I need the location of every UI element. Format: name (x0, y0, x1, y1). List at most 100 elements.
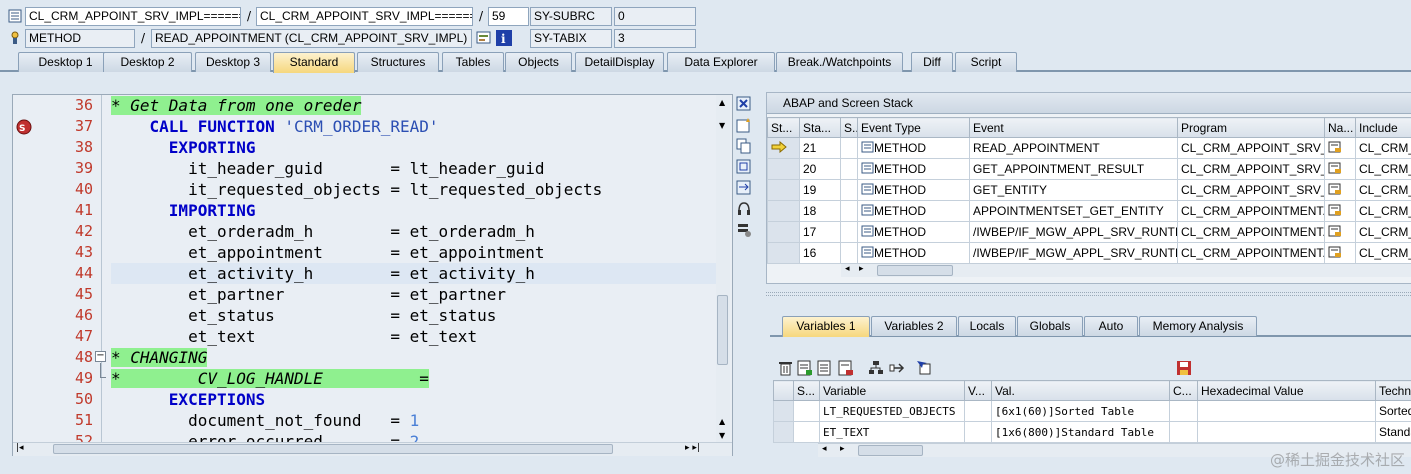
variables-table[interactable]: S... Variable V... Val. C... Hexadecimal Valu… (773, 380, 1411, 443)
tab-structures[interactable]: Structures (357, 52, 439, 72)
vars-column-header[interactable]: Val. (991, 380, 1170, 401)
new-tool-icon[interactable] (736, 117, 752, 133)
variable-name[interactable]: LT_REQUESTED_OBJECTS (819, 400, 965, 422)
expand-icon[interactable] (889, 360, 905, 376)
editor-vscroll[interactable]: ▲ ▼ ▲ ▼ (716, 95, 730, 443)
code-line[interactable]: et_activity_h = et_activity_h (111, 263, 716, 284)
stack-navigate[interactable] (1324, 242, 1356, 264)
delete-row-icon[interactable] (838, 360, 854, 376)
hierarchy-icon[interactable] (868, 360, 884, 376)
include-field[interactable]: CL_CRM_APPOINT_SRV_IMPL======... (25, 7, 241, 26)
stack-column-header[interactable]: Event Type (857, 117, 970, 138)
stack-row[interactable]: 20 METHOD GET_APPOINTMENT_RESULT CL_CRM_APP… (767, 158, 1411, 180)
code-line[interactable]: EXPORTING (111, 137, 716, 158)
stack-row[interactable]: 16 METHOD/IWBEP/IF_MGW_APPL_SRV_RUNTI... C… (767, 242, 1411, 264)
editor-hscroll-thumb[interactable] (53, 444, 613, 454)
variable-name[interactable]: ET_TEXT (819, 421, 965, 443)
stack-hscroll-thumb[interactable] (877, 265, 953, 276)
code-line[interactable]: IMPORTING (111, 200, 716, 221)
program-field[interactable]: CL_CRM_APPOINT_SRV_IMPL=======... (256, 7, 473, 26)
vars-column-header[interactable]: S... (793, 380, 820, 401)
row-selector[interactable] (773, 421, 794, 443)
stack-navigate[interactable] (1324, 179, 1356, 201)
stack-column-header[interactable]: Include (1355, 117, 1411, 138)
vars-column-header[interactable]: V... (964, 380, 992, 401)
tab-desktop-1[interactable]: Desktop 1 (18, 52, 113, 72)
headset-icon[interactable] (736, 201, 752, 217)
scroll-up-icon[interactable]: ▲ (719, 98, 725, 107)
code-line[interactable]: et_text = et_text (111, 326, 716, 347)
copy-icon[interactable] (736, 138, 752, 154)
tab-diff[interactable]: Diff (911, 52, 953, 72)
variable-row[interactable]: LT_REQUESTED_OBJECTS [6x1(60)]Sorted Tabl… (773, 400, 1411, 422)
select-icon[interactable] (916, 360, 932, 376)
panel-splitter[interactable] (766, 292, 1411, 296)
tab-objects[interactable]: Objects (505, 52, 572, 72)
code-line[interactable]: it_header_guid = lt_header_guid (111, 158, 716, 179)
delete-icon[interactable] (778, 360, 794, 376)
scroll-left-icon[interactable]: |◂ (16, 443, 24, 453)
code-line[interactable]: et_status = et_status (111, 305, 716, 326)
close-icon[interactable] (736, 96, 752, 112)
navigate-icon[interactable] (1328, 246, 1342, 261)
vars-column-header[interactable]: Variable (819, 380, 965, 401)
insert-row-icon[interactable] (797, 360, 813, 376)
tab-break-watchpoints[interactable]: Break./Watchpoints (776, 52, 903, 72)
list-icon[interactable] (817, 360, 833, 376)
stack-navigate[interactable] (1324, 221, 1356, 243)
vars-tab-variables-2[interactable]: Variables 2 (871, 316, 957, 336)
fold-toggle[interactable]: − (95, 351, 106, 362)
variable-value[interactable]: [1x6(800)]Standard Table (991, 421, 1170, 443)
vars-tab-memory-analysis[interactable]: Memory Analysis (1139, 316, 1257, 336)
stack-column-header[interactable]: Na... (1324, 117, 1356, 138)
display-icon[interactable] (476, 30, 492, 46)
code-line[interactable]: et_appointment = et_appointment (111, 242, 716, 263)
code-line[interactable]: * CHANGING (111, 347, 716, 368)
scroll-right-icon[interactable]: ▸ (859, 264, 864, 274)
stack-column-header[interactable]: Event (969, 117, 1178, 138)
scroll-right-icon[interactable]: ▸ ▸| (685, 443, 700, 453)
vars-hscroll-thumb[interactable] (858, 445, 923, 456)
stack-table[interactable]: St...Sta...S...Event TypeEventProgramNa.… (767, 117, 1411, 264)
stack-column-header[interactable]: Program (1177, 117, 1325, 138)
stack-row[interactable]: 19 METHOD GET_ENTITY CL_CRM_APPOINT_SRV_...… (767, 179, 1411, 201)
vars-tab-locals[interactable]: Locals (958, 316, 1016, 336)
scroll-left-icon[interactable]: ◂ (845, 264, 850, 274)
navigate-icon[interactable] (1328, 225, 1342, 240)
breakpoint-gutter[interactable] (13, 95, 35, 455)
tab-desktop-3[interactable]: Desktop 3 (195, 52, 271, 72)
vars-tab-auto[interactable]: Auto (1084, 316, 1138, 336)
vars-column-header[interactable]: Techn (1375, 380, 1411, 401)
code-line[interactable]: * Get Data from one oreder (111, 95, 716, 116)
scroll-page-up-icon[interactable]: ▲ (719, 417, 725, 426)
stack-column-header[interactable]: S... (840, 117, 858, 138)
stack-column-header[interactable]: Sta... (799, 117, 841, 138)
code-line[interactable]: EXCEPTIONS (111, 389, 716, 410)
navigate-icon[interactable] (1328, 141, 1342, 156)
vars-tab-variables-1[interactable]: Variables 1 (782, 316, 870, 337)
breakpoint-icon[interactable]: S (16, 119, 32, 135)
swap-icon[interactable] (736, 180, 752, 196)
navigate-icon[interactable] (1328, 204, 1342, 219)
fullscreen-icon[interactable] (736, 159, 752, 175)
stack-column-header[interactable]: St... (767, 117, 800, 138)
source-editor[interactable]: 36 * Get Data from one oreder 37 CALL FUNC… (12, 94, 733, 456)
code-line[interactable]: et_partner = et_partner (111, 284, 716, 305)
tab-desktop-2[interactable]: Desktop 2 (103, 52, 192, 72)
line-field[interactable]: 59 (488, 7, 529, 26)
code-line[interactable]: et_orderadm_h = et_orderadm_h (111, 221, 716, 242)
tab-script[interactable]: Script (955, 52, 1017, 72)
info-icon[interactable]: i (496, 30, 512, 46)
scroll-left-icon[interactable]: ◂ (822, 444, 827, 454)
services-icon[interactable] (736, 222, 752, 238)
navigate-icon[interactable] (1328, 183, 1342, 198)
scroll-page-down-icon[interactable]: ▼ (719, 121, 725, 130)
vars-column-header[interactable]: Hexadecimal Value (1197, 380, 1376, 401)
code-line[interactable]: document_not_found = 1 (111, 410, 716, 431)
editor-hscroll[interactable]: |◂ ▸ ▸| (13, 442, 732, 456)
stack-navigate[interactable] (1324, 200, 1356, 222)
vars-tab-globals[interactable]: Globals (1017, 316, 1083, 336)
navigate-icon[interactable] (1328, 162, 1342, 177)
code-line[interactable]: * CV_LOG_HANDLE = (111, 368, 716, 389)
scroll-down-icon[interactable]: ▼ (719, 431, 725, 440)
